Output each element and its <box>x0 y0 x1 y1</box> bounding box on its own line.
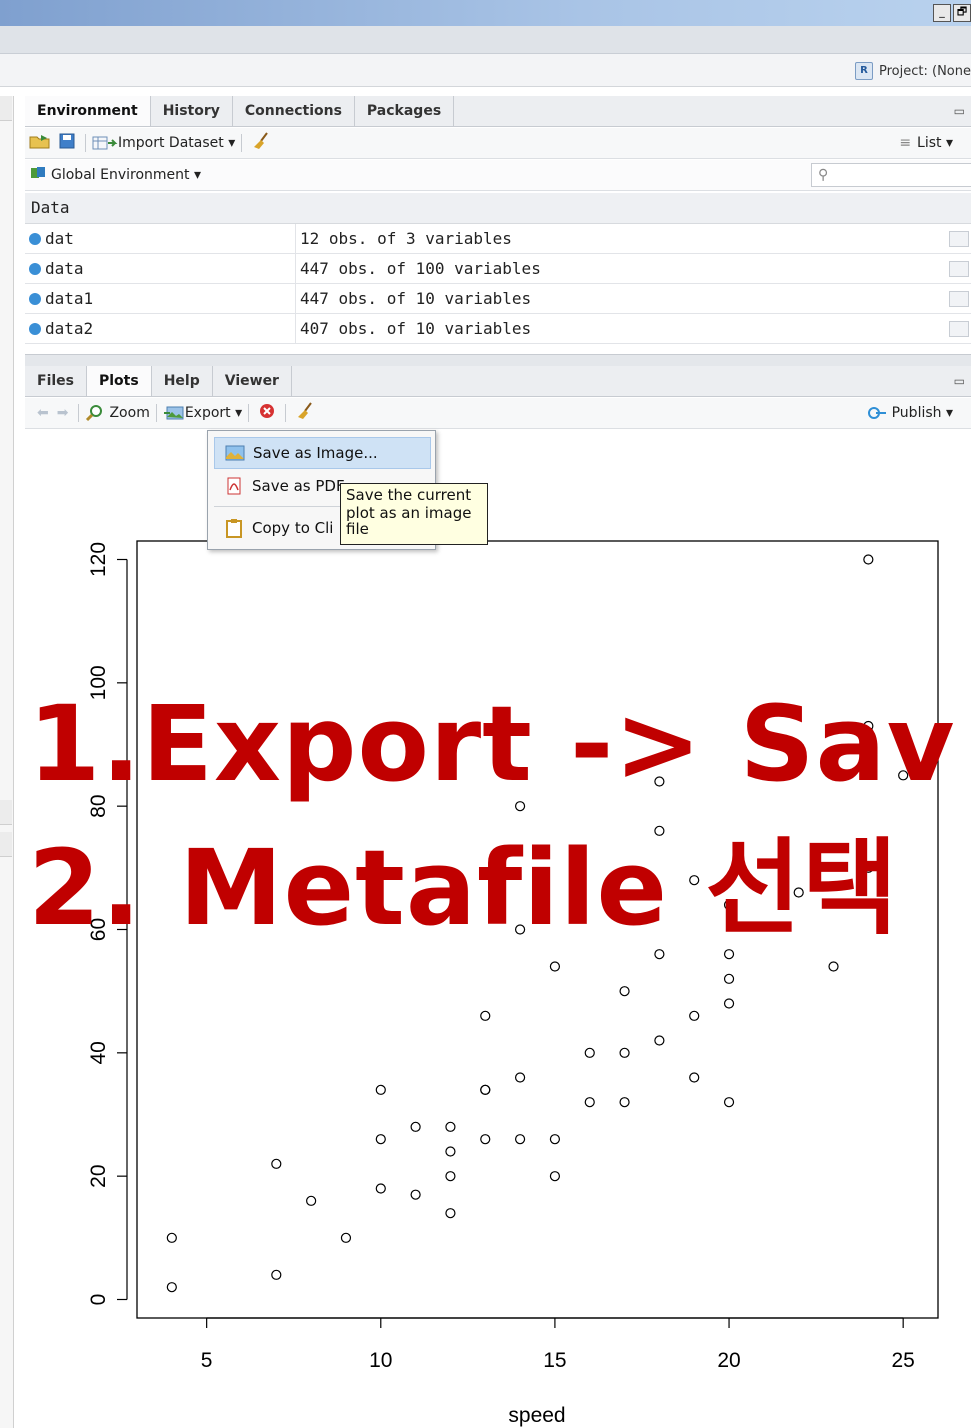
annotation-step-1: 1.Export -> Sav <box>28 683 956 805</box>
data-point <box>619 986 630 997</box>
data-point <box>549 1134 561 1145</box>
data-point <box>549 961 561 972</box>
data-point <box>689 1010 700 1021</box>
data-point <box>723 1097 735 1108</box>
annotation-step-2: 2. Metafile 선택 <box>28 827 899 949</box>
y-tick-label: 120 <box>87 542 110 577</box>
data-point <box>306 1195 317 1206</box>
x-tick-label: 10 <box>369 1349 392 1372</box>
tooltip: Save the current plot as an image file <box>340 483 488 545</box>
data-point <box>271 1269 282 1280</box>
data-point <box>514 1072 526 1083</box>
data-point <box>723 998 735 1009</box>
data-point <box>445 1208 456 1219</box>
data-point <box>375 1084 386 1095</box>
data-point <box>166 1232 177 1243</box>
data-point <box>445 1121 456 1132</box>
data-point <box>514 1134 526 1145</box>
data-point <box>654 1035 665 1046</box>
data-point <box>619 1097 630 1108</box>
menu-item-save-as-image[interactable]: Save as Image... <box>214 437 431 469</box>
data-point <box>619 1047 630 1058</box>
data-point <box>445 1171 456 1182</box>
x-tick-label: 20 <box>717 1349 740 1372</box>
data-point <box>340 1232 352 1243</box>
y-tick-label: 20 <box>87 1164 110 1187</box>
clipboard-icon <box>224 519 244 538</box>
data-point <box>584 1047 595 1058</box>
data-point <box>375 1134 386 1145</box>
data-point <box>480 1134 491 1145</box>
menu-item-label: Save as Image... <box>253 444 378 462</box>
data-point <box>480 1010 491 1021</box>
data-point <box>445 1146 456 1157</box>
data-point <box>166 1282 177 1293</box>
x-tick-label: 25 <box>891 1349 914 1372</box>
data-point <box>480 1084 491 1095</box>
x-tick-label: 5 <box>201 1349 213 1372</box>
data-point <box>863 554 874 565</box>
y-tick-label: 0 <box>87 1294 110 1306</box>
data-point <box>828 961 839 972</box>
data-point <box>584 1097 595 1108</box>
data-point <box>654 949 665 960</box>
data-point <box>375 1183 386 1194</box>
data-point <box>689 1072 700 1083</box>
data-point <box>723 973 735 984</box>
pdf-icon <box>224 477 244 495</box>
data-point <box>723 949 735 960</box>
image-icon <box>225 444 245 462</box>
x-axis-label: speed <box>508 1404 565 1427</box>
data-point <box>410 1189 421 1200</box>
y-tick-label: 40 <box>87 1041 110 1064</box>
menu-item-label: Save as PDF <box>252 477 345 495</box>
menu-item-label: Copy to Cli <box>252 519 334 537</box>
tooltip-line: Save the current <box>346 486 472 504</box>
data-point <box>549 1171 561 1182</box>
data-point <box>271 1158 282 1169</box>
x-tick-label: 15 <box>543 1349 566 1372</box>
data-point <box>410 1121 421 1132</box>
